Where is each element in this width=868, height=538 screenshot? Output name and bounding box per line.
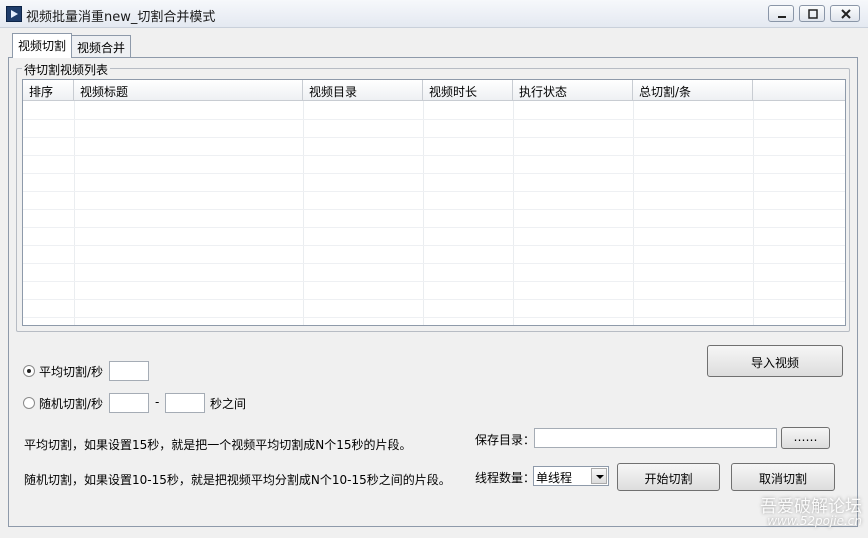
random-max-input[interactable]: [165, 393, 205, 413]
table-row-divider: [23, 263, 845, 264]
table-row-divider: [23, 137, 845, 138]
table-column-divider: [513, 101, 514, 325]
seconds-between-label: 秒之间: [210, 397, 247, 411]
watermark: 吾爱破解论坛 www.52pojie.cn: [746, 492, 862, 532]
random-cut-label: 随机切割/秒: [39, 397, 104, 411]
avg-cut-seconds-input[interactable]: [109, 361, 149, 381]
window-title: 视频批量消重new_切割合并模式: [26, 10, 216, 25]
cancel-cut-button[interactable]: 取消切割: [731, 463, 835, 491]
video-list-group-title: 待切割视频列表: [22, 61, 111, 78]
random-min-input[interactable]: [109, 393, 149, 413]
minimize-button[interactable]: [768, 5, 794, 22]
browse-dir-button[interactable]: ……: [781, 427, 830, 449]
maximize-button[interactable]: [799, 5, 825, 22]
save-dir-input[interactable]: [534, 428, 777, 448]
watermark-url: www.52pojie.cn: [767, 514, 862, 528]
close-button[interactable]: [830, 5, 860, 22]
table-row-divider: [23, 191, 845, 192]
table-column-divider: [753, 101, 754, 325]
table-row-divider: [23, 299, 845, 300]
start-cut-button[interactable]: 开始切割: [617, 463, 720, 491]
avg-cut-label: 平均切割/秒: [39, 365, 104, 379]
random-cut-radio[interactable]: [23, 397, 35, 409]
minimize-icon: [778, 16, 786, 18]
maximize-icon: [808, 9, 818, 19]
threads-label: 线程数量：: [475, 471, 536, 485]
close-icon: [841, 9, 851, 19]
table-row-divider: [23, 245, 845, 246]
threads-select-value: 单线程: [536, 471, 573, 485]
import-video-button[interactable]: 导入视频: [707, 345, 843, 377]
table-row-divider: [23, 227, 845, 228]
table-row-divider: [23, 173, 845, 174]
tab-video-merge[interactable]: 视频合并: [71, 35, 132, 57]
table-row-divider: [23, 119, 845, 120]
table-column-divider: [423, 101, 424, 325]
range-separator: -: [155, 395, 160, 409]
table-row-divider: [23, 209, 845, 210]
title-bar[interactable]: 视频批量消重new_切割合并模式: [0, 0, 868, 28]
table-row-divider: [23, 155, 845, 156]
tab-video-cut[interactable]: 视频切割: [12, 33, 73, 58]
table-grid: [23, 80, 845, 325]
avg-cut-description: 平均切割，如果设置15秒，就是把一个视频平均切割成N个15秒的片段。: [24, 438, 412, 452]
avg-cut-radio[interactable]: [23, 365, 35, 377]
random-cut-description: 随机切割，如果设置10-15秒，就是把视频平均分割成N个10-15秒之间的片段。: [24, 473, 451, 487]
table-column-divider: [633, 101, 634, 325]
video-list-table[interactable]: 排序 视频标题 视频目录 视频时长 执行状态 总切割/条: [22, 79, 846, 326]
app-video-icon: [6, 6, 22, 22]
save-dir-label: 保存目录：: [475, 433, 536, 447]
table-column-divider: [74, 101, 75, 325]
chevron-down-icon[interactable]: [591, 468, 607, 484]
table-row-divider: [23, 281, 845, 282]
threads-select[interactable]: 单线程: [533, 466, 609, 486]
table-row-divider: [23, 317, 845, 318]
table-column-divider: [303, 101, 304, 325]
